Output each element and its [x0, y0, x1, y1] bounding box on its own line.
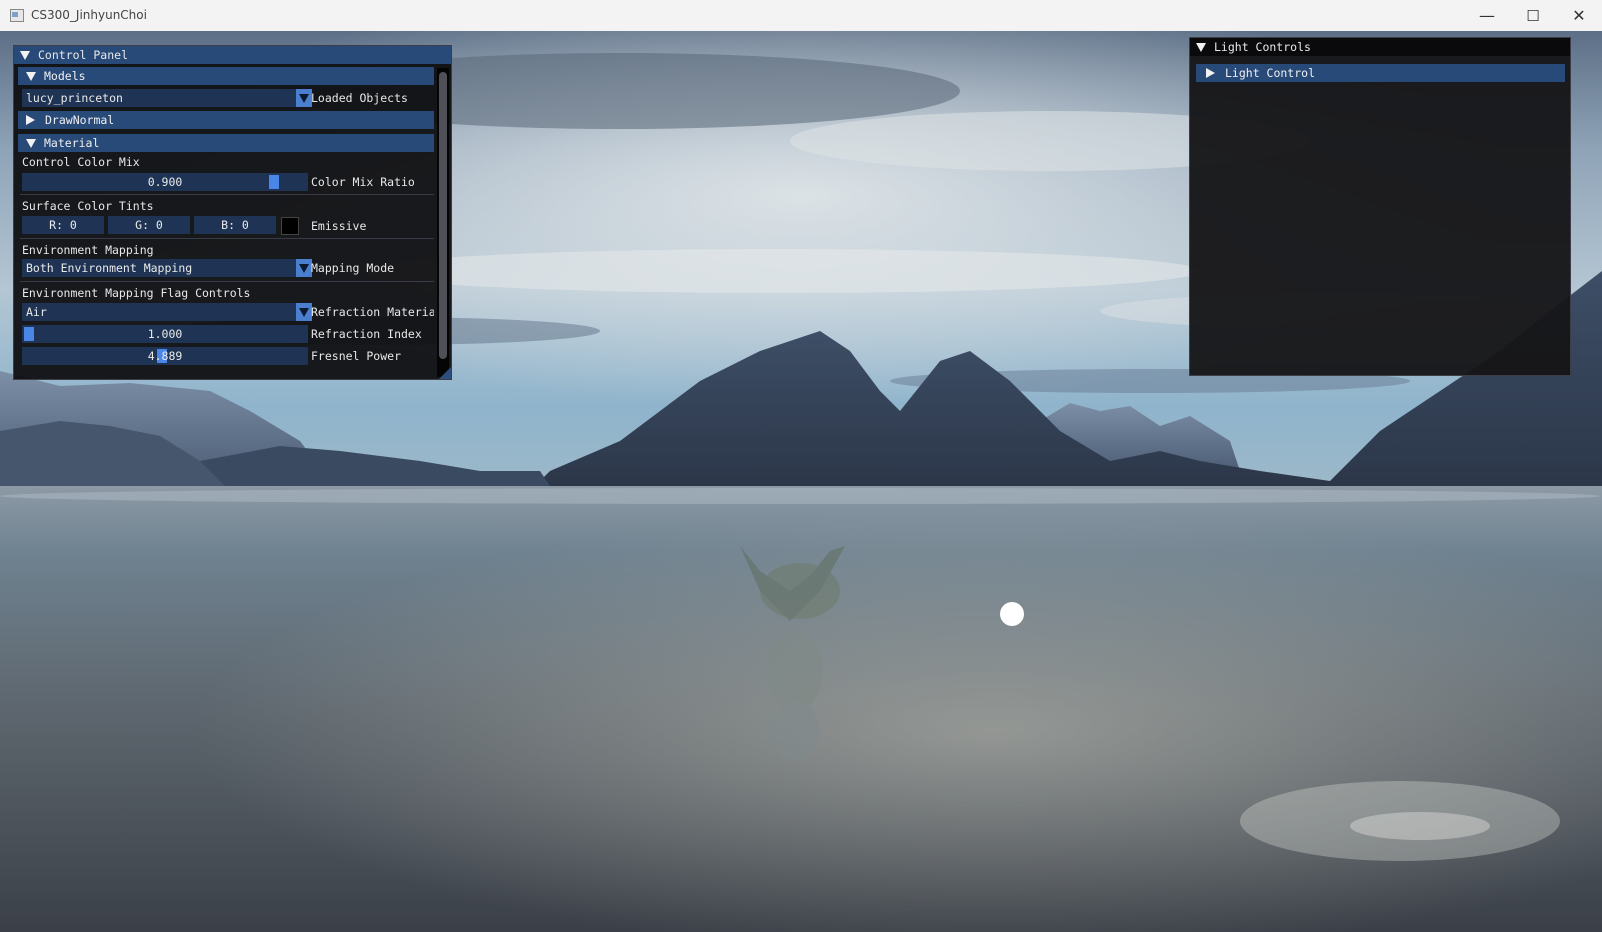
- model-combo[interactable]: lucy_princeton: [22, 89, 296, 107]
- light-controls-window[interactable]: Light Controls Light Control: [1189, 37, 1571, 376]
- control-panel-title: Control Panel: [38, 48, 129, 62]
- fresnel-power-slider[interactable]: 4.889: [22, 347, 308, 365]
- tint-b-value: B: 0: [221, 218, 249, 232]
- refraction-index-label: Refraction Index: [311, 327, 422, 341]
- color-mix-label: Color Mix Ratio: [311, 175, 415, 189]
- tint-r-input[interactable]: R: 0: [22, 216, 104, 234]
- light-control-header-label: Light Control: [1225, 66, 1316, 80]
- drawnormal-header-label: DrawNormal: [45, 113, 115, 127]
- material-header[interactable]: Material: [18, 134, 434, 152]
- models-header-label: Models: [44, 69, 86, 83]
- drawnormal-header[interactable]: DrawNormal: [18, 111, 434, 129]
- mapping-mode-label: Mapping Mode: [311, 261, 395, 275]
- env-flags-section-label: Environment Mapping Flag Controls: [22, 286, 251, 300]
- control-panel-scrollbar[interactable]: [437, 68, 449, 377]
- emissive-color-swatch[interactable]: [281, 217, 299, 235]
- mapping-mode-value: Both Environment Mapping: [26, 261, 193, 275]
- separator: [20, 238, 434, 239]
- refraction-material-label: Refraction Materia: [311, 305, 434, 319]
- separator: [20, 281, 434, 282]
- expand-arrow-icon: [26, 71, 36, 81]
- window-title: CS300_JinhyunChoi: [31, 8, 147, 22]
- tint-b-input[interactable]: B: 0: [194, 216, 276, 234]
- fresnel-power-label: Fresnel Power: [311, 349, 402, 363]
- tint-g-input[interactable]: G: 0: [108, 216, 190, 234]
- window-titlebar[interactable]: CS300_JinhyunChoi — ☐ ✕: [0, 0, 1602, 32]
- env-mapping-section-label: Environment Mapping: [22, 243, 154, 257]
- collapse-arrow-icon[interactable]: [20, 50, 30, 60]
- resize-grip[interactable]: [439, 367, 451, 379]
- refraction-index-value: 1.000: [147, 327, 183, 341]
- mapping-mode-combo[interactable]: Both Environment Mapping: [22, 259, 296, 277]
- tint-g-value: G: 0: [135, 218, 163, 232]
- refraction-material-combo[interactable]: Air: [22, 303, 296, 321]
- refraction-material-arrow-icon[interactable]: [296, 303, 312, 321]
- minimize-button[interactable]: —: [1464, 0, 1510, 31]
- color-mix-value: 0.900: [147, 175, 183, 189]
- fresnel-power-value: 4.889: [147, 349, 183, 363]
- color-mix-slider[interactable]: 0.900: [22, 173, 308, 191]
- surface-tints-section-label: Surface Color Tints: [22, 199, 154, 213]
- tint-r-value: R: 0: [49, 218, 77, 232]
- refraction-material-value: Air: [26, 305, 47, 319]
- model-combo-arrow-icon[interactable]: [296, 89, 312, 107]
- light-controls-titlebar[interactable]: Light Controls: [1190, 38, 1570, 56]
- light-control-header[interactable]: Light Control: [1196, 64, 1565, 82]
- scrollbar-thumb[interactable]: [439, 72, 447, 359]
- close-button[interactable]: ✕: [1556, 0, 1602, 31]
- color-mix-section-label: Control Color Mix: [22, 155, 140, 169]
- models-header[interactable]: Models: [18, 67, 434, 85]
- collapsed-arrow-icon: [26, 115, 35, 125]
- app-icon: [10, 9, 24, 22]
- refraction-index-slider[interactable]: 1.000: [22, 325, 308, 343]
- model-combo-label: Loaded Objects: [311, 91, 408, 105]
- model-combo-value: lucy_princeton: [26, 91, 123, 105]
- maximize-button[interactable]: ☐: [1510, 0, 1556, 31]
- collapsed-arrow-icon: [1206, 68, 1215, 78]
- mapping-mode-arrow-icon[interactable]: [296, 259, 312, 277]
- material-header-label: Material: [44, 136, 100, 150]
- separator: [20, 194, 434, 195]
- collapse-arrow-icon[interactable]: [1196, 42, 1206, 52]
- light-controls-title: Light Controls: [1214, 40, 1311, 54]
- control-panel-titlebar[interactable]: Control Panel: [14, 46, 451, 64]
- control-panel-window[interactable]: Control Panel Models lucy_princeton Load…: [13, 45, 452, 380]
- emissive-label: Emissive: [311, 219, 367, 233]
- expand-arrow-icon: [26, 138, 36, 148]
